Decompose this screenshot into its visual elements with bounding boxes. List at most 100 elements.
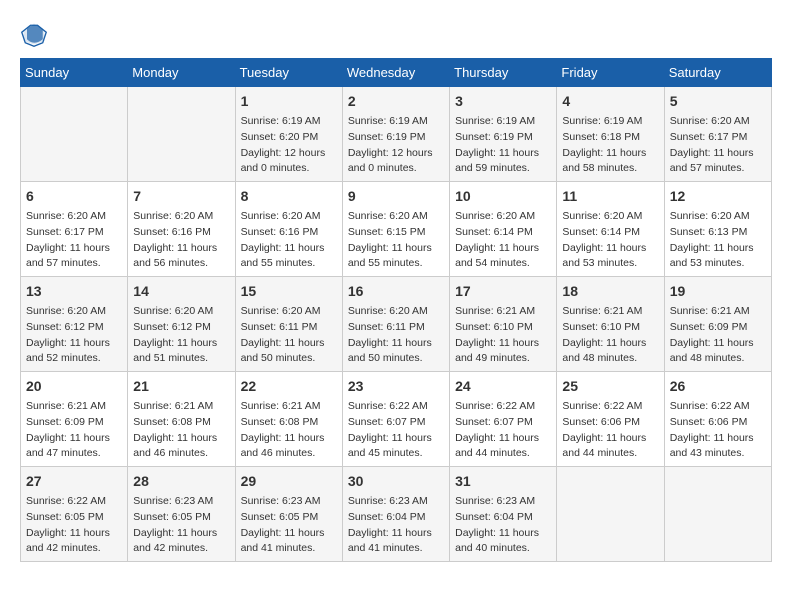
week-row-1: 1Sunrise: 6:19 AMSunset: 6:20 PMDaylight… bbox=[21, 87, 772, 182]
calendar-cell: 21Sunrise: 6:21 AMSunset: 6:08 PMDayligh… bbox=[128, 372, 235, 467]
day-number: 12 bbox=[670, 186, 766, 207]
calendar-cell: 30Sunrise: 6:23 AMSunset: 6:04 PMDayligh… bbox=[342, 467, 449, 562]
calendar-cell: 14Sunrise: 6:20 AMSunset: 6:12 PMDayligh… bbox=[128, 277, 235, 372]
calendar-header: SundayMondayTuesdayWednesdayThursdayFrid… bbox=[21, 59, 772, 87]
day-number: 27 bbox=[26, 471, 122, 492]
calendar-cell: 12Sunrise: 6:20 AMSunset: 6:13 PMDayligh… bbox=[664, 182, 771, 277]
day-info: Sunrise: 6:21 AMSunset: 6:09 PMDaylight:… bbox=[26, 399, 122, 462]
calendar-cell: 18Sunrise: 6:21 AMSunset: 6:10 PMDayligh… bbox=[557, 277, 664, 372]
day-number: 18 bbox=[562, 281, 658, 302]
day-number: 16 bbox=[348, 281, 444, 302]
day-info: Sunrise: 6:20 AMSunset: 6:17 PMDaylight:… bbox=[670, 114, 766, 177]
day-number: 17 bbox=[455, 281, 551, 302]
calendar-cell: 11Sunrise: 6:20 AMSunset: 6:14 PMDayligh… bbox=[557, 182, 664, 277]
day-info: Sunrise: 6:23 AMSunset: 6:04 PMDaylight:… bbox=[348, 494, 444, 557]
day-info: Sunrise: 6:22 AMSunset: 6:07 PMDaylight:… bbox=[348, 399, 444, 462]
day-info: Sunrise: 6:23 AMSunset: 6:05 PMDaylight:… bbox=[133, 494, 229, 557]
calendar-cell: 7Sunrise: 6:20 AMSunset: 6:16 PMDaylight… bbox=[128, 182, 235, 277]
day-info: Sunrise: 6:23 AMSunset: 6:04 PMDaylight:… bbox=[455, 494, 551, 557]
day-number: 22 bbox=[241, 376, 337, 397]
day-info: Sunrise: 6:21 AMSunset: 6:10 PMDaylight:… bbox=[562, 304, 658, 367]
day-number: 24 bbox=[455, 376, 551, 397]
day-number: 2 bbox=[348, 91, 444, 112]
calendar-cell: 25Sunrise: 6:22 AMSunset: 6:06 PMDayligh… bbox=[557, 372, 664, 467]
day-number: 14 bbox=[133, 281, 229, 302]
calendar-cell: 15Sunrise: 6:20 AMSunset: 6:11 PMDayligh… bbox=[235, 277, 342, 372]
header-wednesday: Wednesday bbox=[342, 59, 449, 87]
calendar-body: 1Sunrise: 6:19 AMSunset: 6:20 PMDaylight… bbox=[21, 87, 772, 562]
day-number: 15 bbox=[241, 281, 337, 302]
day-number: 19 bbox=[670, 281, 766, 302]
day-info: Sunrise: 6:21 AMSunset: 6:08 PMDaylight:… bbox=[133, 399, 229, 462]
calendar-cell: 20Sunrise: 6:21 AMSunset: 6:09 PMDayligh… bbox=[21, 372, 128, 467]
header-friday: Friday bbox=[557, 59, 664, 87]
header-sunday: Sunday bbox=[21, 59, 128, 87]
header-tuesday: Tuesday bbox=[235, 59, 342, 87]
calendar-cell: 3Sunrise: 6:19 AMSunset: 6:19 PMDaylight… bbox=[450, 87, 557, 182]
day-number: 25 bbox=[562, 376, 658, 397]
calendar-cell: 22Sunrise: 6:21 AMSunset: 6:08 PMDayligh… bbox=[235, 372, 342, 467]
day-info: Sunrise: 6:19 AMSunset: 6:20 PMDaylight:… bbox=[241, 114, 337, 177]
day-number: 8 bbox=[241, 186, 337, 207]
day-number: 20 bbox=[26, 376, 122, 397]
day-info: Sunrise: 6:22 AMSunset: 6:06 PMDaylight:… bbox=[562, 399, 658, 462]
calendar-cell bbox=[128, 87, 235, 182]
calendar-cell: 17Sunrise: 6:21 AMSunset: 6:10 PMDayligh… bbox=[450, 277, 557, 372]
day-info: Sunrise: 6:21 AMSunset: 6:10 PMDaylight:… bbox=[455, 304, 551, 367]
day-info: Sunrise: 6:21 AMSunset: 6:09 PMDaylight:… bbox=[670, 304, 766, 367]
day-number: 26 bbox=[670, 376, 766, 397]
week-row-2: 6Sunrise: 6:20 AMSunset: 6:17 PMDaylight… bbox=[21, 182, 772, 277]
header-thursday: Thursday bbox=[450, 59, 557, 87]
day-number: 4 bbox=[562, 91, 658, 112]
calendar-cell: 23Sunrise: 6:22 AMSunset: 6:07 PMDayligh… bbox=[342, 372, 449, 467]
day-info: Sunrise: 6:20 AMSunset: 6:13 PMDaylight:… bbox=[670, 209, 766, 272]
day-info: Sunrise: 6:19 AMSunset: 6:19 PMDaylight:… bbox=[348, 114, 444, 177]
logo-icon bbox=[20, 20, 48, 48]
calendar-cell: 31Sunrise: 6:23 AMSunset: 6:04 PMDayligh… bbox=[450, 467, 557, 562]
calendar-cell: 9Sunrise: 6:20 AMSunset: 6:15 PMDaylight… bbox=[342, 182, 449, 277]
day-info: Sunrise: 6:22 AMSunset: 6:07 PMDaylight:… bbox=[455, 399, 551, 462]
calendar-cell: 26Sunrise: 6:22 AMSunset: 6:06 PMDayligh… bbox=[664, 372, 771, 467]
day-info: Sunrise: 6:20 AMSunset: 6:11 PMDaylight:… bbox=[241, 304, 337, 367]
day-info: Sunrise: 6:23 AMSunset: 6:05 PMDaylight:… bbox=[241, 494, 337, 557]
calendar-cell: 2Sunrise: 6:19 AMSunset: 6:19 PMDaylight… bbox=[342, 87, 449, 182]
calendar-cell bbox=[21, 87, 128, 182]
calendar-cell: 4Sunrise: 6:19 AMSunset: 6:18 PMDaylight… bbox=[557, 87, 664, 182]
day-info: Sunrise: 6:20 AMSunset: 6:16 PMDaylight:… bbox=[133, 209, 229, 272]
calendar-cell: 6Sunrise: 6:20 AMSunset: 6:17 PMDaylight… bbox=[21, 182, 128, 277]
day-info: Sunrise: 6:20 AMSunset: 6:14 PMDaylight:… bbox=[562, 209, 658, 272]
day-number: 6 bbox=[26, 186, 122, 207]
calendar-cell: 29Sunrise: 6:23 AMSunset: 6:05 PMDayligh… bbox=[235, 467, 342, 562]
day-number: 23 bbox=[348, 376, 444, 397]
day-number: 29 bbox=[241, 471, 337, 492]
logo bbox=[20, 20, 52, 48]
day-info: Sunrise: 6:22 AMSunset: 6:05 PMDaylight:… bbox=[26, 494, 122, 557]
calendar-table: SundayMondayTuesdayWednesdayThursdayFrid… bbox=[20, 58, 772, 562]
day-info: Sunrise: 6:20 AMSunset: 6:12 PMDaylight:… bbox=[26, 304, 122, 367]
header-saturday: Saturday bbox=[664, 59, 771, 87]
calendar-cell: 5Sunrise: 6:20 AMSunset: 6:17 PMDaylight… bbox=[664, 87, 771, 182]
day-number: 31 bbox=[455, 471, 551, 492]
day-info: Sunrise: 6:20 AMSunset: 6:14 PMDaylight:… bbox=[455, 209, 551, 272]
day-number: 11 bbox=[562, 186, 658, 207]
day-info: Sunrise: 6:19 AMSunset: 6:19 PMDaylight:… bbox=[455, 114, 551, 177]
day-info: Sunrise: 6:22 AMSunset: 6:06 PMDaylight:… bbox=[670, 399, 766, 462]
day-number: 5 bbox=[670, 91, 766, 112]
day-number: 13 bbox=[26, 281, 122, 302]
day-info: Sunrise: 6:20 AMSunset: 6:12 PMDaylight:… bbox=[133, 304, 229, 367]
day-info: Sunrise: 6:20 AMSunset: 6:15 PMDaylight:… bbox=[348, 209, 444, 272]
calendar-cell: 24Sunrise: 6:22 AMSunset: 6:07 PMDayligh… bbox=[450, 372, 557, 467]
calendar-cell: 8Sunrise: 6:20 AMSunset: 6:16 PMDaylight… bbox=[235, 182, 342, 277]
calendar-cell: 13Sunrise: 6:20 AMSunset: 6:12 PMDayligh… bbox=[21, 277, 128, 372]
calendar-cell: 28Sunrise: 6:23 AMSunset: 6:05 PMDayligh… bbox=[128, 467, 235, 562]
calendar-cell bbox=[664, 467, 771, 562]
week-row-5: 27Sunrise: 6:22 AMSunset: 6:05 PMDayligh… bbox=[21, 467, 772, 562]
calendar-cell bbox=[557, 467, 664, 562]
day-number: 28 bbox=[133, 471, 229, 492]
day-number: 21 bbox=[133, 376, 229, 397]
day-info: Sunrise: 6:20 AMSunset: 6:16 PMDaylight:… bbox=[241, 209, 337, 272]
day-number: 7 bbox=[133, 186, 229, 207]
calendar-cell: 10Sunrise: 6:20 AMSunset: 6:14 PMDayligh… bbox=[450, 182, 557, 277]
day-info: Sunrise: 6:21 AMSunset: 6:08 PMDaylight:… bbox=[241, 399, 337, 462]
day-number: 30 bbox=[348, 471, 444, 492]
